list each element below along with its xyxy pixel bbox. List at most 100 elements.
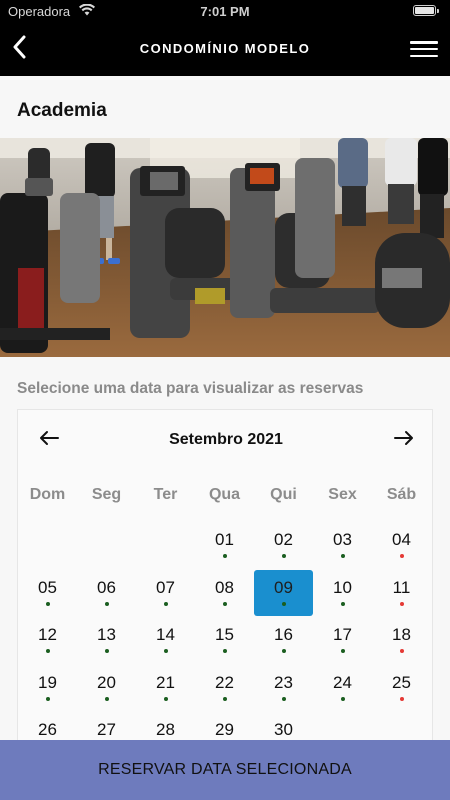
available-dot — [222, 696, 227, 701]
available-dot — [104, 649, 109, 653]
available-dot — [222, 649, 227, 653]
available-dot — [222, 554, 227, 558]
available-dot — [163, 649, 168, 653]
calendar: Setembro 2021 Dom Seg Ter Qua Qui Sex Sá… — [17, 409, 433, 769]
calendar-day-number: 23 — [274, 672, 293, 692]
calendar-day-number: 10 — [333, 577, 352, 597]
calendar-day-number: 17 — [333, 625, 352, 644]
gym-photo — [0, 138, 450, 357]
hamburger-menu-icon[interactable] — [410, 38, 438, 60]
calendar-day-number: 30 — [274, 720, 293, 739]
page-title-bar: Academia — [0, 76, 450, 138]
calendar-day[interactable]: 13 — [77, 616, 136, 664]
weekday-label: Sex — [328, 486, 357, 503]
available-dot — [222, 601, 227, 606]
calendar-day[interactable]: 22 — [195, 664, 254, 712]
calendar-empty-cell — [136, 521, 195, 569]
calendar-day[interactable]: 03 — [313, 521, 372, 569]
weekday-label: Qui — [270, 486, 297, 503]
calendar-day[interactable]: 02 — [254, 521, 313, 569]
available-dot — [281, 649, 286, 653]
calendar-day[interactable]: 23 — [254, 664, 313, 712]
calendar-day-number: 09 — [274, 577, 293, 597]
calendar-day-number: 20 — [97, 672, 116, 692]
calendar-day-number: 03 — [333, 530, 352, 549]
calendar-day-number: 05 — [38, 577, 57, 597]
unavailable-dot — [399, 601, 404, 606]
calendar-day[interactable]: 24 — [313, 664, 372, 712]
unavailable-dot — [399, 649, 404, 653]
month-label: Setembro 2021 — [169, 431, 283, 448]
calendar-day-number: 11 — [392, 577, 411, 597]
available-dot — [45, 649, 50, 653]
calendar-day[interactable]: 14 — [136, 616, 195, 664]
status-bar: Operadora 7:01 PM — [0, 0, 450, 22]
calendar-day[interactable]: 25 — [372, 664, 431, 712]
next-month-button[interactable] — [390, 426, 418, 450]
calendar-empty-cell — [77, 521, 136, 569]
calendar-days-grid: 01 02 03 04 05 06 07 08 09 10 11 12 13 14 15 16 17 18 19 20… — [18, 521, 434, 759]
calendar-day-number: 28 — [156, 720, 175, 739]
weekday-label: Ter — [153, 486, 178, 503]
available-dot — [163, 601, 168, 606]
calendar-day-number: 18 — [392, 625, 411, 644]
calendar-day-number: 22 — [215, 672, 234, 692]
calendar-day[interactable]: 18 — [372, 616, 431, 664]
calendar-day[interactable]: 07 — [136, 569, 195, 617]
calendar-day-number: 26 — [38, 720, 57, 739]
weekday-label: Qua — [208, 486, 241, 503]
top-header: Operadora 7:01 PM CONDOMÍNIO MODELO — [0, 0, 450, 76]
calendar-day-number: 25 — [392, 672, 411, 692]
calendar-day-number: 21 — [156, 672, 175, 692]
battery-icon — [413, 5, 439, 16]
calendar-day-number — [18, 521, 77, 530]
weekday-label: Seg — [91, 486, 122, 503]
calendar-day-number: 12 — [38, 625, 57, 644]
calendar-day-number: 27 — [97, 720, 116, 739]
calendar-day-number: 19 — [38, 672, 57, 692]
available-dot — [104, 601, 109, 606]
available-dot — [340, 554, 345, 558]
calendar-day-number: 29 — [215, 720, 234, 739]
calendar-day-number: 02 — [274, 530, 293, 549]
calendar-day-number: 13 — [97, 625, 116, 644]
calendar-day-number: 08 — [215, 577, 234, 597]
calendar-day[interactable]: 06 — [77, 569, 136, 617]
calendar-day[interactable]: 04 — [372, 521, 431, 569]
page-title: Academia — [17, 100, 107, 121]
arrow-right-icon — [394, 431, 413, 445]
calendar-day-number: 15 — [215, 625, 234, 644]
calendar-day[interactable]: 17 — [313, 616, 372, 664]
calendar-day[interactable]: 08 — [195, 569, 254, 617]
calendar-day[interactable]: 15 — [195, 616, 254, 664]
calendar-day-number: 14 — [156, 625, 175, 644]
calendar-day[interactable]: 01 — [195, 521, 254, 569]
available-dot — [45, 696, 50, 701]
available-dot — [281, 696, 286, 701]
calendar-day[interactable]: 20 — [77, 664, 136, 712]
weekday-header: Dom Seg Ter Qua Qui Sex Sáb — [18, 480, 434, 510]
calendar-day[interactable]: 10 — [313, 569, 372, 617]
unavailable-dot — [399, 554, 404, 558]
calendar-day-number — [77, 521, 136, 530]
calendar-day[interactable]: 11 — [372, 569, 431, 617]
calendar-day-number: 24 — [333, 672, 352, 692]
gym-illustration — [0, 138, 450, 357]
available-dot — [163, 696, 168, 701]
calendar-day[interactable]: 19 — [18, 664, 77, 712]
calendar-day[interactable]: 21 — [136, 664, 195, 712]
available-dot — [281, 601, 286, 606]
calendar-day-number: 16 — [274, 625, 293, 644]
calendar-day[interactable]: 09 — [254, 569, 313, 617]
calendar-day-number: 04 — [392, 530, 411, 549]
calendar-day-number: 06 — [97, 577, 116, 597]
calendar-day[interactable]: 12 — [18, 616, 77, 664]
available-dot — [45, 601, 50, 606]
reserve-selected-date-button[interactable]: RESERVAR DATA SELECIONADA — [0, 740, 450, 800]
calendar-day-number — [136, 521, 195, 530]
available-dot — [281, 554, 286, 558]
calendar-day[interactable]: 05 — [18, 569, 77, 617]
calendar-day[interactable]: 16 — [254, 616, 313, 664]
app-screen: Operadora 7:01 PM CONDOMÍNIO MODELO Acad… — [0, 0, 450, 800]
unavailable-dot — [399, 696, 404, 701]
